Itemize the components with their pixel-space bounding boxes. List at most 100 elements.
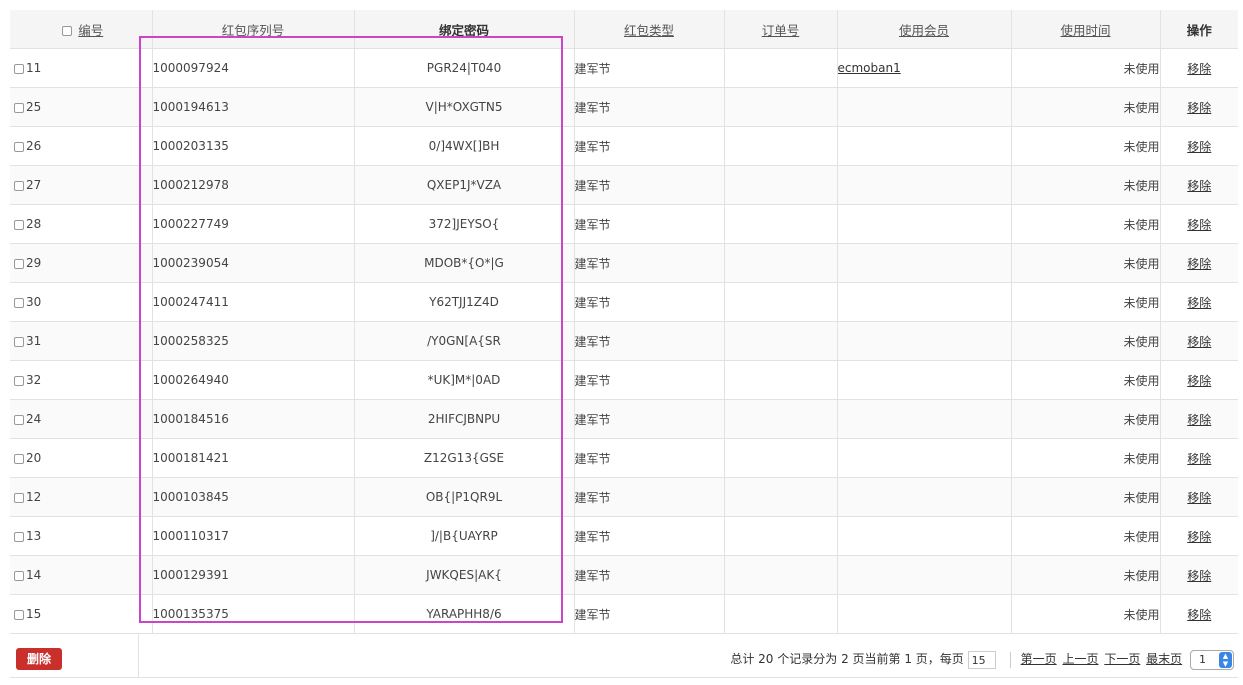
cell-order	[723, 594, 837, 633]
row-checkbox[interactable]	[14, 336, 24, 347]
cell-time: 未使用	[1010, 87, 1160, 127]
row-checkbox[interactable]	[14, 219, 24, 230]
footer-actions: 删除	[10, 634, 139, 677]
cell-member	[836, 87, 1011, 127]
row-checkbox[interactable]	[14, 414, 24, 425]
remove-link[interactable]: 移除	[1187, 296, 1211, 310]
cell-serial: 1000227749	[151, 204, 354, 244]
row-checkbox[interactable]	[14, 570, 24, 581]
cell-password: V|H*OXGTN5	[353, 87, 574, 127]
remove-link[interactable]: 移除	[1187, 257, 1211, 271]
cell-order	[723, 360, 837, 400]
cell-action: 移除	[1159, 126, 1238, 166]
cell-order	[723, 204, 837, 244]
pagination: 总计 20 个记录分为 2 页当前第 1 页，每页 15 第一页 上一页 下一页 …	[730, 648, 1234, 670]
cell-member	[836, 321, 1011, 361]
row-checkbox[interactable]	[14, 297, 24, 308]
remove-link[interactable]: 移除	[1187, 179, 1211, 193]
cell-serial: 1000247411	[151, 282, 354, 322]
remove-link[interactable]: 移除	[1187, 140, 1211, 154]
member-link[interactable]: ecmoban1	[838, 61, 901, 75]
cell-type: 建军节	[573, 126, 724, 166]
table-row: 27 1000212978 QXEP1J*VZA 建军节 未使用 移除	[10, 165, 1238, 205]
cell-serial: 1000129391	[151, 555, 354, 595]
cell-time: 未使用	[1010, 438, 1160, 478]
row-checkbox[interactable]	[14, 258, 24, 269]
table-row: 12 1000103845 OB{|P1QR9L 建军节 未使用 移除	[10, 477, 1238, 517]
cell-member	[836, 243, 1011, 283]
row-checkbox[interactable]	[14, 375, 24, 386]
remove-link[interactable]: 移除	[1187, 491, 1211, 505]
cell-action: 移除	[1159, 282, 1238, 322]
cell-type: 建军节	[573, 87, 724, 127]
page-select[interactable]: 1 ▲ ▼	[1190, 649, 1234, 670]
row-checkbox[interactable]	[14, 141, 24, 152]
cell-order	[723, 48, 837, 88]
select-all-checkbox[interactable]	[62, 26, 73, 36]
table-row: 26 1000203135 0/]4WX[]BH 建军节 未使用 移除	[10, 126, 1238, 166]
cell-serial: 1000097924	[151, 48, 354, 88]
sort-member-link[interactable]: 使用会员	[899, 23, 949, 38]
row-checkbox[interactable]	[14, 180, 24, 191]
cell-member: ecmoban1	[836, 48, 1011, 88]
cell-password: OB{|P1QR9L	[353, 477, 574, 517]
cell-password: JWKQES|AK{	[353, 555, 574, 595]
remove-link[interactable]: 移除	[1187, 413, 1211, 427]
row-id: 20	[26, 451, 42, 465]
cell-password: /Y0GN[A{SR	[353, 321, 574, 361]
remove-link[interactable]: 移除	[1187, 569, 1211, 583]
cell-action: 移除	[1159, 477, 1238, 517]
row-checkbox[interactable]	[14, 492, 24, 503]
cell-order	[723, 399, 837, 439]
row-checkbox[interactable]	[14, 531, 24, 542]
header-time: 使用时间	[1010, 10, 1160, 49]
sort-time-link[interactable]: 使用时间	[1060, 23, 1110, 38]
cell-id: 29	[10, 243, 152, 283]
remove-link[interactable]: 移除	[1187, 62, 1211, 76]
row-id: 24	[26, 412, 42, 426]
table-row: 30 1000247411 Y62TJJ1Z4D 建军节 未使用 移除	[10, 282, 1238, 322]
sort-type-link[interactable]: 红包类型	[624, 23, 674, 38]
cell-order	[723, 516, 837, 556]
cell-serial: 1000184516	[151, 399, 354, 439]
cell-id: 26	[10, 126, 152, 166]
cell-type: 建军节	[573, 204, 724, 244]
cell-serial: 1000110317	[151, 516, 354, 556]
last-page-link[interactable]: 最末页	[1146, 652, 1182, 666]
row-id: 13	[26, 529, 42, 543]
next-page-link[interactable]: 下一页	[1104, 652, 1140, 666]
cell-time: 未使用	[1010, 516, 1160, 556]
table-row: 32 1000264940 *UK]M*|0AD 建军节 未使用 移除	[10, 360, 1238, 400]
row-checkbox[interactable]	[14, 609, 24, 620]
sort-id-link[interactable]: 编号	[78, 23, 103, 38]
remove-link[interactable]: 移除	[1187, 530, 1211, 544]
cell-type: 建军节	[573, 360, 724, 400]
remove-link[interactable]: 移除	[1187, 452, 1211, 466]
remove-link[interactable]: 移除	[1187, 608, 1211, 622]
sort-order-link[interactable]: 订单号	[762, 23, 800, 38]
cell-member	[836, 282, 1011, 322]
table-row: 20 1000181421 Z12G13{GSE 建军节 未使用 移除	[10, 438, 1238, 478]
row-checkbox[interactable]	[14, 102, 24, 113]
delete-button[interactable]: 删除	[16, 648, 62, 670]
page-size-input[interactable]: 15	[967, 650, 996, 669]
first-page-link[interactable]: 第一页	[1021, 652, 1057, 666]
cell-order	[723, 477, 837, 517]
row-checkbox[interactable]	[14, 453, 24, 464]
cell-time: 未使用	[1010, 360, 1160, 400]
remove-link[interactable]: 移除	[1187, 374, 1211, 388]
remove-link[interactable]: 移除	[1187, 218, 1211, 232]
remove-link[interactable]: 移除	[1187, 101, 1211, 115]
cell-id: 14	[10, 555, 152, 595]
table-row: 29 1000239054 MDOB*{O*|G 建军节 未使用 移除	[10, 243, 1238, 283]
table-row: 25 1000194613 V|H*OXGTN5 建军节 未使用 移除	[10, 87, 1238, 127]
cell-serial: 1000258325	[151, 321, 354, 361]
table-body: 11 1000097924 PGR24|T040 建军节 ecmoban1 未使用 移除 25…	[10, 48, 1238, 633]
cell-order	[723, 282, 837, 322]
cell-id: 31	[10, 321, 152, 361]
row-checkbox[interactable]	[14, 63, 24, 74]
sort-serial-link[interactable]: 红包序列号	[222, 23, 285, 38]
prev-page-link[interactable]: 上一页	[1062, 652, 1098, 666]
cell-password: 0/]4WX[]BH	[353, 126, 574, 166]
remove-link[interactable]: 移除	[1187, 335, 1211, 349]
